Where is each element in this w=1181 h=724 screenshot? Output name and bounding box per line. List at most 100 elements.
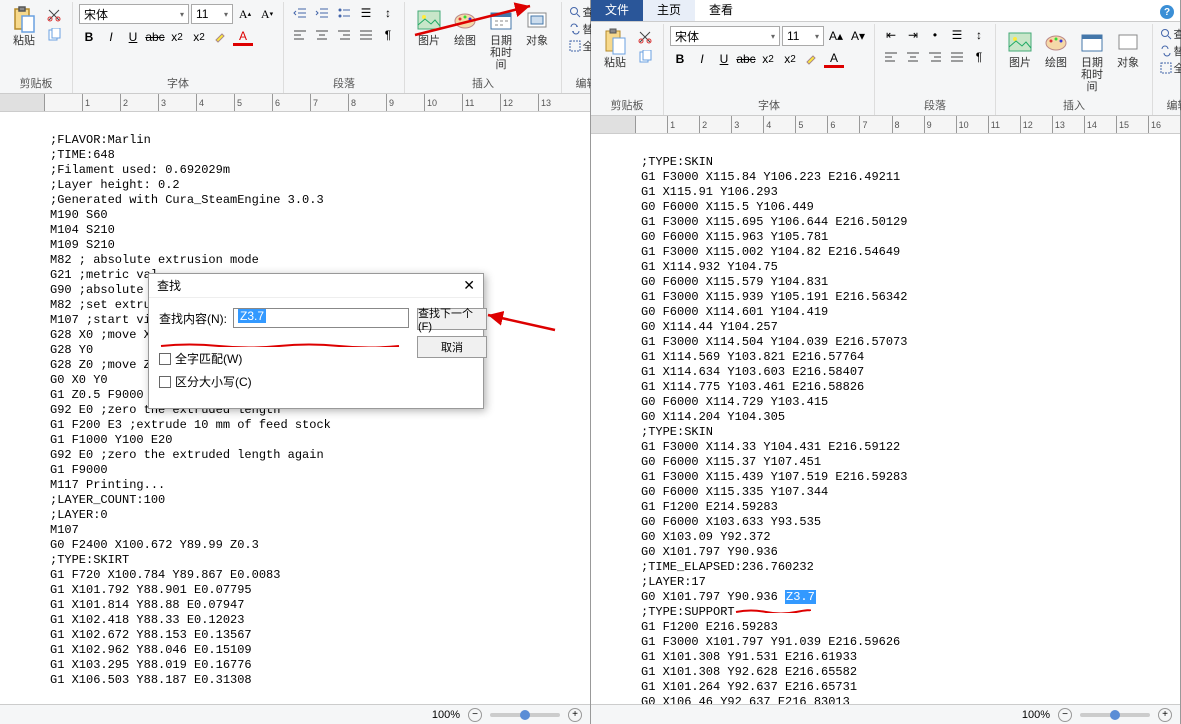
- paragraph-marks-button[interactable]: ¶: [378, 26, 398, 44]
- dialog-close-button[interactable]: ✕: [463, 277, 475, 294]
- tab-view[interactable]: 查看: [695, 0, 747, 21]
- copy-button-r[interactable]: [635, 48, 655, 66]
- left-pane: 粘贴 剪贴板 宋体▾ 11▾ A▴: [0, 0, 591, 724]
- doc-line: G0 F6000 X115.37 Y107.451: [641, 455, 1180, 470]
- font-color-button-r[interactable]: A: [824, 50, 844, 68]
- doc-line: G1 X102.418 Y88.33 E0.12023: [50, 613, 590, 628]
- bullets-button-r[interactable]: •: [925, 26, 945, 44]
- font-color-button[interactable]: A: [233, 28, 253, 46]
- cancel-button[interactable]: 取消: [417, 336, 487, 358]
- doc-line: ;Filament used: 0.692029m: [50, 163, 590, 178]
- zoom-out-button-r[interactable]: −: [1058, 708, 1072, 722]
- group-font-r: 宋体▾ 11▾ A▴ A▾ B I U abc x2 x2: [664, 24, 875, 115]
- selectall-button-r[interactable]: 全选: [1160, 60, 1181, 76]
- doc-line: G1 F1200 E214.59283: [641, 500, 1180, 515]
- doc-line: G1 X101.308 Y92.628 E216.65582: [641, 665, 1180, 680]
- align-center-button-r[interactable]: [903, 48, 923, 66]
- zoom-in-button[interactable]: +: [568, 708, 582, 722]
- whole-word-checkbox[interactable]: 全字匹配(W): [159, 350, 409, 367]
- copy-button[interactable]: [44, 26, 64, 44]
- doc-line-highlighted: G0 X101.797 Y90.936 Z3.7: [641, 590, 1180, 605]
- numbering-button-r[interactable]: ☰: [947, 26, 967, 44]
- find-input[interactable]: Z3.7: [233, 308, 409, 328]
- subscript-button[interactable]: x2: [167, 28, 187, 46]
- doc-line: G1 X114.634 Y103.603 E216.58407: [641, 365, 1180, 380]
- zoom-slider-r[interactable]: [1080, 713, 1150, 717]
- doc-line: M82 ; absolute extrusion mode: [50, 253, 590, 268]
- bold-button-r[interactable]: B: [670, 50, 690, 68]
- superscript-button-r[interactable]: x2: [780, 50, 800, 68]
- group-insert-r: 图片 绘图 日期和时间 对象 插入: [996, 24, 1153, 115]
- cut-button-r[interactable]: [635, 28, 655, 46]
- ruler-right[interactable]: 12345678910111213141516: [591, 116, 1180, 134]
- line-spacing-button-r[interactable]: ↕: [969, 26, 989, 44]
- bullets-button[interactable]: [334, 4, 354, 22]
- align-center-button[interactable]: [312, 26, 332, 44]
- highlight-button[interactable]: [211, 28, 231, 46]
- italic-button[interactable]: I: [101, 28, 121, 46]
- ruler-left[interactable]: 12345678910111213: [0, 94, 590, 112]
- align-left-button-r[interactable]: [881, 48, 901, 66]
- help-icon[interactable]: ?: [1154, 3, 1180, 21]
- grow-font-button[interactable]: A▴: [235, 5, 255, 23]
- line-spacing-button[interactable]: ↕: [378, 4, 398, 22]
- increase-indent-button[interactable]: [312, 4, 332, 22]
- align-right-button-r[interactable]: [925, 48, 945, 66]
- decrease-indent-button[interactable]: [290, 4, 310, 22]
- bold-button[interactable]: B: [79, 28, 99, 46]
- underline-button[interactable]: U: [123, 28, 143, 46]
- paragraph-marks-button-r[interactable]: ¶: [969, 48, 989, 66]
- highlight-button-r[interactable]: [802, 50, 822, 68]
- paste-button[interactable]: 粘贴: [6, 4, 42, 49]
- align-right-button[interactable]: [334, 26, 354, 44]
- ribbon-right: 粘贴 剪贴板 宋体▾ 11▾ A▴: [591, 22, 1180, 116]
- decrease-indent-button-r[interactable]: ⇤: [881, 26, 901, 44]
- insert-paint-button[interactable]: 绘图: [447, 4, 483, 49]
- find-button-r[interactable]: 查找: [1160, 26, 1181, 42]
- strike-button[interactable]: abc: [145, 28, 165, 46]
- document-area-left[interactable]: ;FLAVOR:Marlin;TIME:648;Filament used: 0…: [0, 112, 590, 724]
- zoom-in-button-r[interactable]: +: [1158, 708, 1172, 722]
- insert-picture-button[interactable]: 图片: [411, 4, 447, 49]
- insert-paint-button-r[interactable]: 绘图: [1038, 26, 1074, 71]
- shrink-font-button[interactable]: A▾: [257, 5, 277, 23]
- subscript-button-r[interactable]: x2: [758, 50, 778, 68]
- align-justify-button-r[interactable]: [947, 48, 967, 66]
- replace-button-r[interactable]: 替换: [1160, 43, 1181, 59]
- doc-line: G1 F3000 X101.797 Y91.039 E216.59626: [641, 635, 1180, 650]
- font-family-select-r[interactable]: 宋体▾: [670, 26, 780, 46]
- insert-datetime-button-r[interactable]: 日期和时间: [1074, 26, 1110, 95]
- insert-object-button[interactable]: 对象: [519, 4, 555, 49]
- document-area-right[interactable]: ;TYPE:SKING1 F3000 X115.84 Y106.223 E216…: [591, 134, 1180, 724]
- align-left-button[interactable]: [290, 26, 310, 44]
- font-family-select[interactable]: 宋体▾: [79, 4, 189, 24]
- font-size-select-r[interactable]: 11▾: [782, 26, 824, 46]
- shrink-font-button-r[interactable]: A▾: [848, 27, 868, 45]
- insert-picture-button-r[interactable]: 图片: [1002, 26, 1038, 71]
- zoom-slider[interactable]: [490, 713, 560, 717]
- underline-button-r[interactable]: U: [714, 50, 734, 68]
- insert-datetime-button[interactable]: 日期和时间: [483, 4, 519, 73]
- grow-font-button-r[interactable]: A▴: [826, 27, 846, 45]
- group-clipboard-r: 粘贴 剪贴板: [591, 24, 664, 115]
- increase-indent-button-r[interactable]: ⇥: [903, 26, 923, 44]
- doc-line: M117 Printing...: [50, 478, 590, 493]
- dialog-titlebar[interactable]: 查找 ✕: [149, 274, 483, 298]
- superscript-button[interactable]: x2: [189, 28, 209, 46]
- zoom-out-button[interactable]: −: [468, 708, 482, 722]
- cut-button[interactable]: [44, 6, 64, 24]
- tab-home[interactable]: 主页: [643, 0, 695, 21]
- italic-button-r[interactable]: I: [692, 50, 712, 68]
- tab-file[interactable]: 文件: [591, 0, 643, 21]
- find-next-button[interactable]: 查找下一个(F): [417, 308, 487, 330]
- numbering-button[interactable]: ☰: [356, 4, 376, 22]
- align-justify-button[interactable]: [356, 26, 376, 44]
- paste-icon: [601, 28, 629, 56]
- doc-line: G1 X114.569 Y103.821 E216.57764: [641, 350, 1180, 365]
- paste-button-r[interactable]: 粘贴: [597, 26, 633, 71]
- insert-object-button-r[interactable]: 对象: [1110, 26, 1146, 71]
- strike-button-r[interactable]: abc: [736, 50, 756, 68]
- font-size-select[interactable]: 11▾: [191, 4, 233, 24]
- match-case-checkbox[interactable]: 区分大小写(C): [159, 373, 409, 390]
- doc-line: G1 X101.308 Y91.531 E216.61933: [641, 650, 1180, 665]
